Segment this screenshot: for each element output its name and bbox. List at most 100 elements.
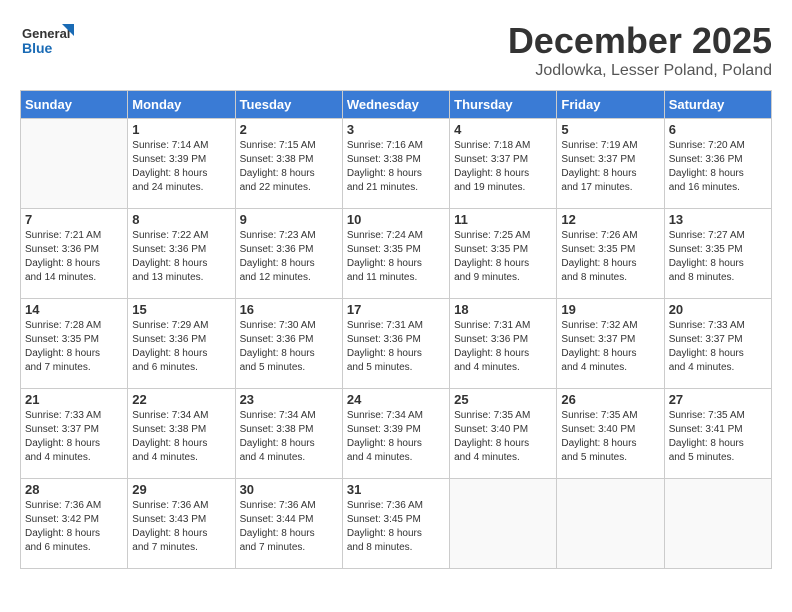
svg-text:Blue: Blue	[22, 40, 53, 56]
calendar-week-4: 21 Sunrise: 7:33 AMSunset: 3:37 PMDayligh…	[21, 389, 772, 479]
calendar-cell: 3 Sunrise: 7:16 AMSunset: 3:38 PMDaylight…	[342, 119, 449, 209]
day-info: Sunrise: 7:14 AMSunset: 3:39 PMDaylight:…	[132, 139, 230, 195]
calendar-cell: 20Sunrise: 7:33 AMSunset: 3:37 PMDayligh…	[664, 299, 771, 389]
day-info: Sunrise: 7:26 AMSunset: 3:35 PMDaylight:…	[561, 229, 659, 285]
day-number: 21	[25, 392, 123, 407]
calendar-cell: 7 Sunrise: 7:21 AMSunset: 3:36 PMDaylight…	[21, 209, 128, 299]
calendar-week-3: 14 Sunrise: 7:28 AMSunset: 3:35 PMDayligh…	[21, 299, 772, 389]
logo-svg: General Blue	[20, 20, 75, 65]
day-number: 26	[561, 392, 659, 407]
day-number: 7	[25, 212, 123, 227]
calendar-cell: 26 Sunrise: 7:35 AMSunset: 3:40 PMDayligh…	[557, 389, 664, 479]
day-number: 14	[25, 302, 123, 317]
calendar-cell: 6Sunrise: 7:20 AMSunset: 3:36 PMDaylight…	[664, 119, 771, 209]
calendar-table: SundayMondayTuesdayWednesdayThursdayFrid…	[20, 90, 772, 569]
day-number: 17	[347, 302, 445, 317]
day-number: 30	[240, 482, 338, 497]
calendar-cell: 21 Sunrise: 7:33 AMSunset: 3:37 PMDayligh…	[21, 389, 128, 479]
day-number: 10	[347, 212, 445, 227]
day-info: Sunrise: 7:33 AMSunset: 3:37 PMDaylight:…	[25, 409, 123, 465]
day-number: 1	[132, 122, 230, 137]
weekday-sunday: Sunday	[21, 91, 128, 119]
day-number: 11	[454, 212, 552, 227]
day-number: 25	[454, 392, 552, 407]
calendar-cell	[21, 119, 128, 209]
calendar-cell: 5Sunrise: 7:19 AMSunset: 3:37 PMDaylight…	[557, 119, 664, 209]
calendar-cell: 16 Sunrise: 7:30 AMSunset: 3:36 PMDayligh…	[235, 299, 342, 389]
day-number: 3	[347, 122, 445, 137]
day-info: Sunrise: 7:34 AMSunset: 3:38 PMDaylight:…	[132, 409, 230, 465]
day-info: Sunrise: 7:34 AMSunset: 3:39 PMDaylight:…	[347, 409, 445, 465]
day-number: 8	[132, 212, 230, 227]
calendar-cell: 28 Sunrise: 7:36 AMSunset: 3:42 PMDayligh…	[21, 479, 128, 569]
calendar-cell: 13Sunrise: 7:27 AMSunset: 3:35 PMDayligh…	[664, 209, 771, 299]
calendar-cell	[450, 479, 557, 569]
page-header: General Blue December 2025 Jodlowka, Les…	[20, 20, 772, 80]
calendar-cell: 11 Sunrise: 7:25 AMSunset: 3:35 PMDayligh…	[450, 209, 557, 299]
day-number: 29	[132, 482, 230, 497]
day-info: Sunrise: 7:25 AMSunset: 3:35 PMDaylight:…	[454, 229, 552, 285]
calendar-cell: 17 Sunrise: 7:31 AMSunset: 3:36 PMDayligh…	[342, 299, 449, 389]
day-info: Sunrise: 7:35 AMSunset: 3:40 PMDaylight:…	[561, 409, 659, 465]
calendar-cell: 19 Sunrise: 7:32 AMSunset: 3:37 PMDayligh…	[557, 299, 664, 389]
calendar-cell: 1 Sunrise: 7:14 AMSunset: 3:39 PMDaylight…	[128, 119, 235, 209]
day-number: 2	[240, 122, 338, 137]
calendar-week-1: 1 Sunrise: 7:14 AMSunset: 3:39 PMDaylight…	[21, 119, 772, 209]
day-number: 18	[454, 302, 552, 317]
day-number: 23	[240, 392, 338, 407]
weekday-monday: Monday	[128, 91, 235, 119]
calendar-cell: 23 Sunrise: 7:34 AMSunset: 3:38 PMDayligh…	[235, 389, 342, 479]
title-block: December 2025 Jodlowka, Lesser Poland, P…	[508, 20, 772, 80]
day-number: 4	[454, 122, 552, 137]
day-info: Sunrise: 7:27 AMSunset: 3:35 PMDaylight:…	[669, 229, 767, 285]
day-info: Sunrise: 7:36 AMSunset: 3:44 PMDaylight:…	[240, 499, 338, 555]
calendar-cell: 15Sunrise: 7:29 AMSunset: 3:36 PMDayligh…	[128, 299, 235, 389]
calendar-cell: 27 Sunrise: 7:35 AMSunset: 3:41 PMDayligh…	[664, 389, 771, 479]
day-info: Sunrise: 7:24 AMSunset: 3:35 PMDaylight:…	[347, 229, 445, 285]
svg-text:General: General	[22, 26, 70, 41]
day-info: Sunrise: 7:23 AMSunset: 3:36 PMDaylight:…	[240, 229, 338, 285]
day-info: Sunrise: 7:34 AMSunset: 3:38 PMDaylight:…	[240, 409, 338, 465]
calendar-cell: 12 Sunrise: 7:26 AMSunset: 3:35 PMDayligh…	[557, 209, 664, 299]
day-info: Sunrise: 7:35 AMSunset: 3:40 PMDaylight:…	[454, 409, 552, 465]
month-title: December 2025	[508, 20, 772, 62]
day-number: 28	[25, 482, 123, 497]
day-info: Sunrise: 7:32 AMSunset: 3:37 PMDaylight:…	[561, 319, 659, 375]
calendar-cell: 30 Sunrise: 7:36 AMSunset: 3:44 PMDayligh…	[235, 479, 342, 569]
day-number: 31	[347, 482, 445, 497]
day-info: Sunrise: 7:15 AMSunset: 3:38 PMDaylight:…	[240, 139, 338, 195]
calendar-week-5: 28 Sunrise: 7:36 AMSunset: 3:42 PMDayligh…	[21, 479, 772, 569]
calendar-cell: 24Sunrise: 7:34 AMSunset: 3:39 PMDayligh…	[342, 389, 449, 479]
day-number: 16	[240, 302, 338, 317]
day-info: Sunrise: 7:36 AMSunset: 3:43 PMDaylight:…	[132, 499, 230, 555]
calendar-cell: 25 Sunrise: 7:35 AMSunset: 3:40 PMDayligh…	[450, 389, 557, 479]
day-number: 12	[561, 212, 659, 227]
weekday-tuesday: Tuesday	[235, 91, 342, 119]
calendar-cell: 31Sunrise: 7:36 AMSunset: 3:45 PMDayligh…	[342, 479, 449, 569]
day-number: 20	[669, 302, 767, 317]
day-number: 15	[132, 302, 230, 317]
weekday-header-row: SundayMondayTuesdayWednesdayThursdayFrid…	[21, 91, 772, 119]
day-info: Sunrise: 7:31 AMSunset: 3:36 PMDaylight:…	[454, 319, 552, 375]
day-number: 9	[240, 212, 338, 227]
day-info: Sunrise: 7:35 AMSunset: 3:41 PMDaylight:…	[669, 409, 767, 465]
day-info: Sunrise: 7:28 AMSunset: 3:35 PMDaylight:…	[25, 319, 123, 375]
calendar-cell: 9 Sunrise: 7:23 AMSunset: 3:36 PMDaylight…	[235, 209, 342, 299]
calendar-cell: 8Sunrise: 7:22 AMSunset: 3:36 PMDaylight…	[128, 209, 235, 299]
logo: General Blue	[20, 20, 75, 65]
day-number: 5	[561, 122, 659, 137]
day-info: Sunrise: 7:36 AMSunset: 3:42 PMDaylight:…	[25, 499, 123, 555]
calendar-cell: 14 Sunrise: 7:28 AMSunset: 3:35 PMDayligh…	[21, 299, 128, 389]
location: Jodlowka, Lesser Poland, Poland	[508, 62, 772, 80]
day-number: 6	[669, 122, 767, 137]
day-info: Sunrise: 7:16 AMSunset: 3:38 PMDaylight:…	[347, 139, 445, 195]
day-info: Sunrise: 7:31 AMSunset: 3:36 PMDaylight:…	[347, 319, 445, 375]
day-number: 19	[561, 302, 659, 317]
day-info: Sunrise: 7:18 AMSunset: 3:37 PMDaylight:…	[454, 139, 552, 195]
calendar-cell: 10 Sunrise: 7:24 AMSunset: 3:35 PMDayligh…	[342, 209, 449, 299]
day-number: 27	[669, 392, 767, 407]
day-info: Sunrise: 7:21 AMSunset: 3:36 PMDaylight:…	[25, 229, 123, 285]
weekday-saturday: Saturday	[664, 91, 771, 119]
day-info: Sunrise: 7:30 AMSunset: 3:36 PMDaylight:…	[240, 319, 338, 375]
weekday-wednesday: Wednesday	[342, 91, 449, 119]
